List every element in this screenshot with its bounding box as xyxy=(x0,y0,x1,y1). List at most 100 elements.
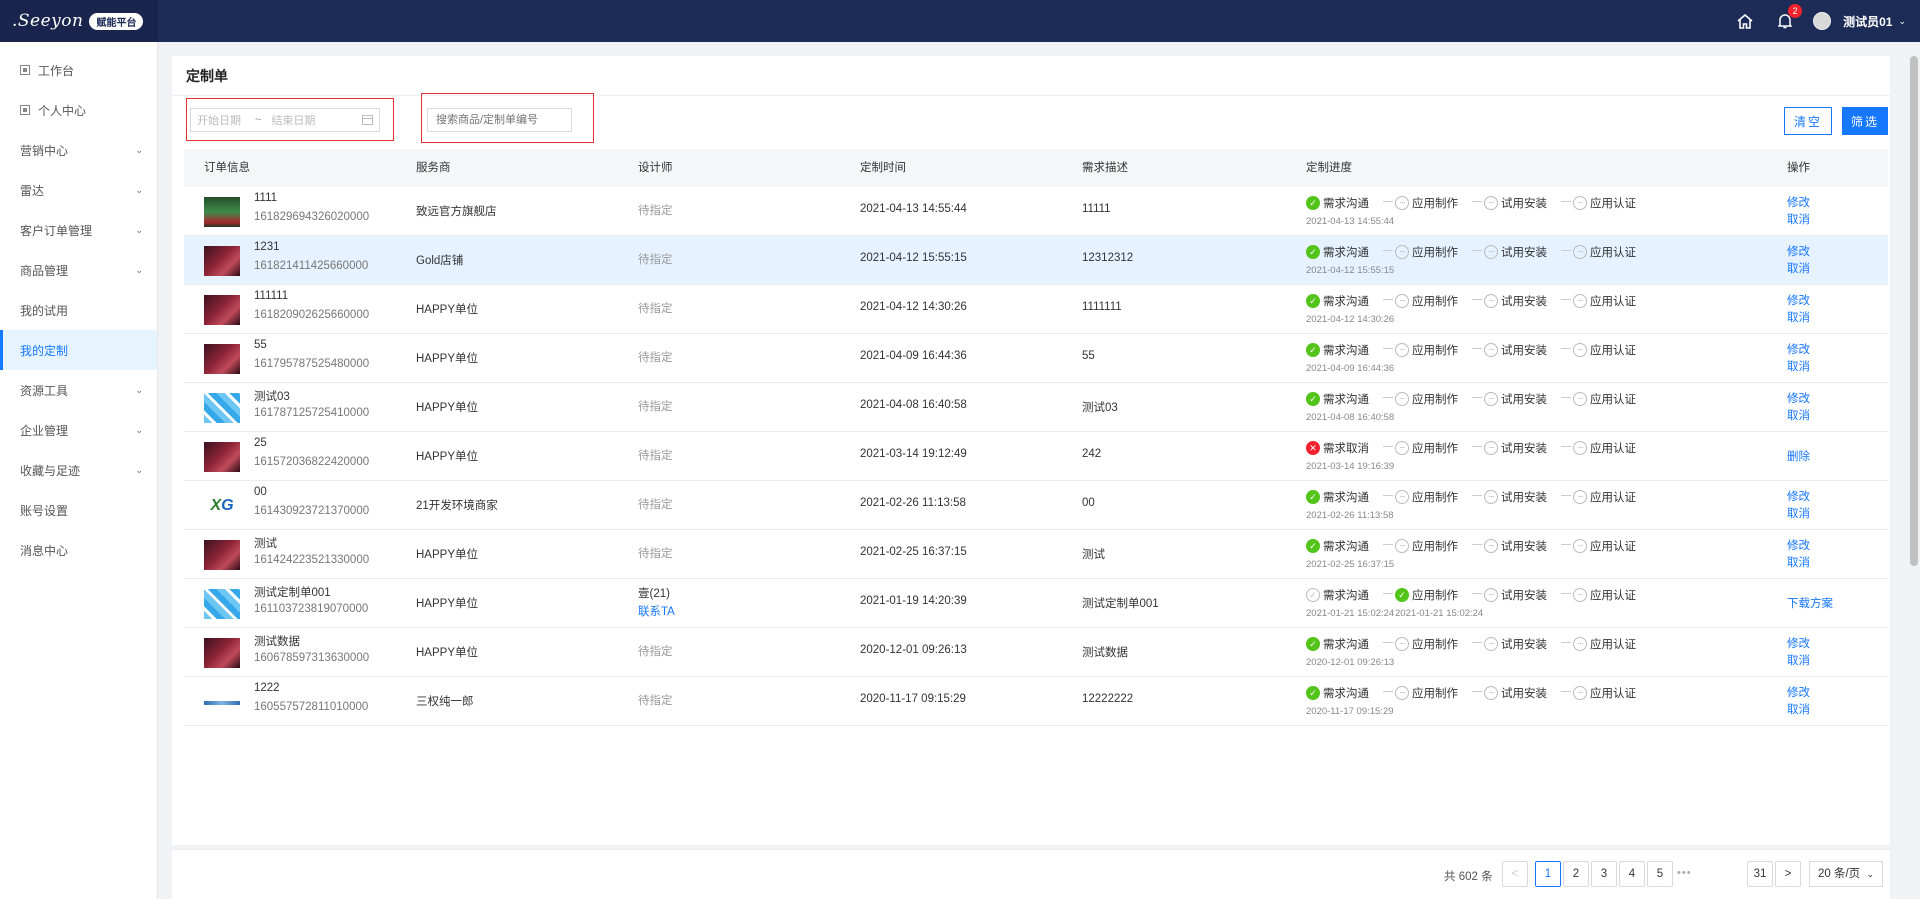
order-number: 161430923721370000 xyxy=(254,505,370,517)
date-range-picker[interactable]: 开始日期 ~ 结束日期 xyxy=(190,108,380,132)
sidebar-item[interactable]: 商品管理 ⌄ xyxy=(0,250,157,290)
progress-step: ··· 试用安装 xyxy=(1484,293,1547,309)
pending-icon: ··· xyxy=(1484,196,1498,210)
page-button[interactable]: 3 xyxy=(1591,861,1617,887)
step-time: 2020-11-17 09:15:29 xyxy=(1306,706,1394,717)
sidebar-item[interactable]: 个人中心 xyxy=(0,90,157,130)
progress-step: ··· 应用认证 xyxy=(1573,195,1636,211)
check-circle-icon: ✓ xyxy=(1306,245,1320,259)
action-link[interactable]: 修改 xyxy=(1787,684,1810,700)
action-link[interactable]: 修改 xyxy=(1787,537,1810,553)
user-menu[interactable]: 测试员01 ⌄ xyxy=(1805,0,1920,42)
progress-step-label: 需求沟通 xyxy=(1323,639,1369,651)
product-thumbnail xyxy=(204,442,240,472)
end-date-field[interactable]: 结束日期 xyxy=(271,112,315,128)
progress-step-label: 试用安装 xyxy=(1501,345,1547,357)
designer-name: 待指定 xyxy=(638,646,673,658)
progress-step: ··· 应用认证 xyxy=(1573,391,1636,407)
close-circle-icon: ✕ xyxy=(1306,441,1320,455)
check-circle-icon: ✓ xyxy=(1306,196,1320,210)
page-button[interactable]: 4 xyxy=(1619,861,1645,887)
sidebar-item[interactable]: 账号设置 xyxy=(0,490,157,530)
order-number: 160678597313630000 xyxy=(254,652,370,664)
next-page-button[interactable]: > xyxy=(1775,861,1801,887)
action-link[interactable]: 取消 xyxy=(1787,505,1810,521)
requirement-description: 12312312 xyxy=(1082,252,1134,264)
step-connector xyxy=(1472,446,1482,447)
sidebar-item[interactable]: 资源工具 ⌄ xyxy=(0,370,157,410)
action-link[interactable]: 取消 xyxy=(1787,211,1810,227)
action-link[interactable]: 修改 xyxy=(1787,194,1810,210)
sidebar-item[interactable]: 客户订单管理 ⌄ xyxy=(0,210,157,250)
pending-icon: ··· xyxy=(1395,490,1409,504)
order-name: 55 xyxy=(254,339,267,351)
action-link[interactable]: 取消 xyxy=(1787,554,1810,570)
more-pages-icon[interactable]: ••• xyxy=(1677,867,1692,879)
sidebar-item[interactable]: 我的定制 xyxy=(0,330,157,370)
action-link[interactable]: 取消 xyxy=(1787,652,1810,668)
sidebar-item[interactable]: 工作台 xyxy=(0,50,157,90)
sidebar: 工作台 个人中心 营销中心 ⌄ 雷达 ⌄ 客户订单管理 ⌄ 商品管理 ⌄ 我的试用 我的定制 资源工具 ⌄… xyxy=(0,42,158,899)
home-icon[interactable] xyxy=(1725,0,1765,42)
chevron-down-icon: ⌄ xyxy=(135,264,143,275)
table-header: 订单信息 服务商 设计师 定制时间 需求描述 定制进度 操作 xyxy=(184,149,1888,187)
sidebar-item[interactable]: 收藏与足迹 ⌄ xyxy=(0,450,157,490)
sidebar-item[interactable]: 我的试用 xyxy=(0,290,157,330)
brand-logo[interactable]: .Seeyon 赋能平台 xyxy=(0,0,158,42)
chevron-down-icon: ⌄ xyxy=(135,464,143,475)
action-link[interactable]: 取消 xyxy=(1787,309,1810,325)
filter-button[interactable]: 筛选 xyxy=(1842,107,1888,135)
sidebar-item-label: 商品管理 xyxy=(20,263,69,278)
product-thumbnail xyxy=(204,295,240,325)
page-button[interactable]: 31 xyxy=(1747,861,1773,887)
page-size-select[interactable]: 20 条/页 ⌄ xyxy=(1809,861,1883,887)
progress-step-label: 试用安装 xyxy=(1501,492,1547,504)
progress-step-label: 需求沟通 xyxy=(1323,247,1369,259)
step-connector xyxy=(1472,495,1482,496)
custom-time: 2020-11-17 09:15:29 xyxy=(860,693,966,705)
sidebar-item[interactable]: 雷达 ⌄ xyxy=(0,170,157,210)
action-link[interactable]: 修改 xyxy=(1787,341,1810,357)
sidebar-item[interactable]: 企业管理 ⌄ xyxy=(0,410,157,450)
clear-button[interactable]: 清空 xyxy=(1784,107,1832,135)
progress-step-label: 需求沟通 xyxy=(1323,198,1369,210)
custom-time: 2021-02-25 16:37:15 xyxy=(860,546,967,558)
sidebar-item[interactable]: 消息中心 xyxy=(0,530,157,570)
sidebar-item-label: 雷达 xyxy=(20,183,45,198)
action-link[interactable]: 修改 xyxy=(1787,292,1810,308)
scrollbar[interactable] xyxy=(1910,56,1918,566)
step-connector xyxy=(1383,201,1393,202)
sidebar-item-label: 我的定制 xyxy=(20,343,69,358)
action-link[interactable]: 下载方案 xyxy=(1787,595,1833,611)
action-link[interactable]: 取消 xyxy=(1787,260,1810,276)
action-link[interactable]: 修改 xyxy=(1787,488,1810,504)
pending-icon: ··· xyxy=(1573,343,1587,357)
service-provider: HAPPY单位 xyxy=(416,353,478,365)
pending-icon: ··· xyxy=(1395,245,1409,259)
table-row: 25 161572036822420000 HAPPY单位 待指定 2021-03-14… xyxy=(184,432,1888,481)
action-link[interactable]: 取消 xyxy=(1787,701,1810,717)
notification-bell-icon[interactable]: 2 xyxy=(1765,0,1805,42)
progress-step-label: 试用安装 xyxy=(1501,394,1547,406)
action-link[interactable]: 删除 xyxy=(1787,448,1810,464)
order-number: 161424223521330000 xyxy=(254,554,370,566)
action-link[interactable]: 修改 xyxy=(1787,243,1810,259)
page-button[interactable]: 5 xyxy=(1647,861,1673,887)
progress-step-label: 应用认证 xyxy=(1590,443,1636,455)
progress-step: ✓ 需求沟通 xyxy=(1306,244,1369,260)
action-link[interactable]: 取消 xyxy=(1787,407,1810,423)
action-link[interactable]: 修改 xyxy=(1787,635,1810,651)
sidebar-item[interactable]: 营销中心 ⌄ xyxy=(0,130,157,170)
action-link[interactable]: 修改 xyxy=(1787,390,1810,406)
table-row: 111111 161820902625660000 HAPPY单位 待指定 2021-0… xyxy=(184,285,1888,334)
product-thumbnail xyxy=(204,246,240,276)
action-link[interactable]: 取消 xyxy=(1787,358,1810,374)
page-button[interactable]: 2 xyxy=(1563,861,1589,887)
requirement-description: 测试数据 xyxy=(1082,647,1128,659)
search-input[interactable] xyxy=(427,108,572,132)
page-button[interactable]: 1 xyxy=(1535,861,1561,887)
prev-page-button[interactable]: < xyxy=(1502,861,1528,887)
start-date-field[interactable]: 开始日期 xyxy=(197,112,241,128)
step-connector xyxy=(1561,495,1571,496)
contact-designer-link[interactable]: 联系TA xyxy=(638,603,675,619)
